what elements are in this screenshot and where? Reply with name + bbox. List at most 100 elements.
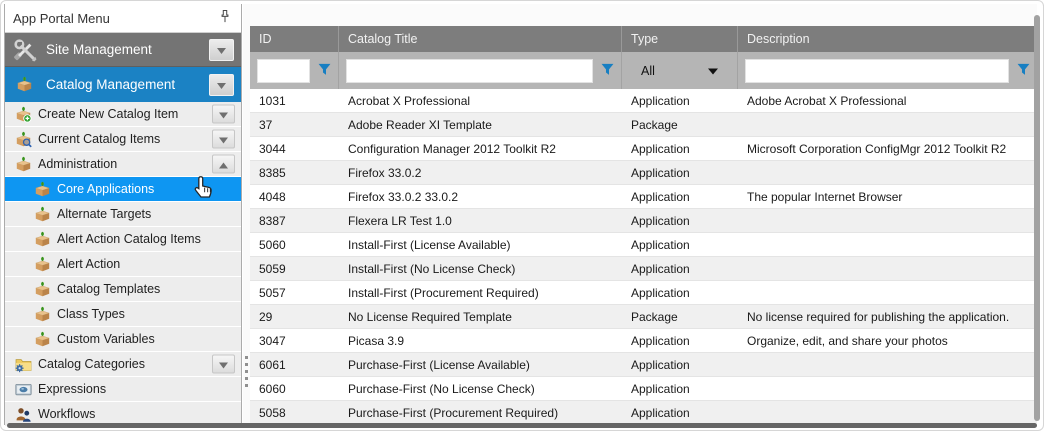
table-row[interactable]: 6061Purchase-First (License Available)Ap…: [250, 353, 1037, 377]
filter-cell-description: [738, 52, 1037, 89]
sidebar-item-catalog-management[interactable]: Catalog Management: [5, 67, 241, 102]
cell-description: No license required for publishing the a…: [738, 310, 1037, 324]
cell-title: Picasa 3.9: [339, 334, 622, 348]
box-icon: [33, 280, 51, 298]
sidebar-item-catalog-templates[interactable]: Catalog Templates: [5, 277, 241, 301]
description-filter-input[interactable]: [745, 59, 1009, 83]
expand-collapse-button-catalog-management[interactable]: [209, 74, 234, 96]
expand-collapse-button-catalog-categories[interactable]: [212, 355, 235, 374]
box-plus-icon: [14, 105, 32, 123]
sidebar-item-class-types[interactable]: Class Types: [5, 302, 241, 326]
box-search-icon: [14, 130, 32, 148]
sidebar-title: App Portal Menu: [13, 11, 217, 26]
description-filter-button[interactable]: [1017, 63, 1030, 79]
cell-type: Application: [622, 214, 738, 228]
id-filter-button[interactable]: [318, 63, 331, 79]
sidebar-item-label: Catalog Templates: [57, 282, 160, 296]
cell-type: Application: [622, 166, 738, 180]
expand-collapse-button-create-new-catalog-item[interactable]: [212, 105, 235, 124]
table-body: 1031Acrobat X ProfessionalApplicationAdo…: [250, 89, 1037, 425]
cell-description: Organize, edit, and share your photos: [738, 334, 1037, 348]
table-row[interactable]: 5057Install-First (Procurement Required)…: [250, 281, 1037, 305]
sidebar-item-catalog-categories[interactable]: Catalog Categories: [5, 352, 241, 376]
cell-description: The popular Internet Browser: [738, 190, 1037, 204]
column-header-description[interactable]: Description: [738, 26, 1037, 52]
cell-id: 6061: [250, 358, 339, 372]
table-row[interactable]: 1031Acrobat X ProfessionalApplicationAdo…: [250, 89, 1037, 113]
table-row[interactable]: 8387Flexera LR Test 1.0Application: [250, 209, 1037, 233]
sidebar-item-alert-action-catalog-items[interactable]: Alert Action Catalog Items: [5, 227, 241, 251]
filter-icon: [1017, 63, 1030, 79]
sidebar-item-custom-variables[interactable]: Custom Variables: [5, 327, 241, 351]
table-row[interactable]: 4048Firefox 33.0.2 33.0.2ApplicationThe …: [250, 185, 1037, 209]
sidebar-item-current-catalog-items[interactable]: Current Catalog Items: [5, 127, 241, 151]
table-row[interactable]: 8385Firefox 33.0.2Application: [250, 161, 1037, 185]
pin-icon: [219, 9, 231, 27]
sidebar-item-site-management[interactable]: Site Management: [5, 33, 241, 67]
cell-description: Adobe Acrobat X Professional: [738, 94, 1037, 108]
box-icon: [11, 71, 38, 98]
column-header-id[interactable]: ID: [250, 26, 339, 52]
sidebar-item-label: Alert Action: [57, 257, 120, 271]
box-icon: [33, 180, 51, 198]
cell-title: Adobe Reader XI Template: [339, 118, 622, 132]
cell-title: Purchase-First (Procurement Required): [339, 406, 622, 420]
column-header-type[interactable]: Type: [622, 26, 738, 52]
sidebar-item-core-applications[interactable]: Core Applications: [5, 177, 241, 201]
catalog-title-filter-button[interactable]: [601, 63, 614, 79]
chevron-down-icon: [708, 64, 718, 78]
cell-description: Microsoft Corporation ConfigMgr 2012 Too…: [738, 142, 1037, 156]
expand-collapse-button-current-catalog-items[interactable]: [212, 130, 235, 149]
chevron-up-icon: [219, 157, 228, 172]
sidebar-item-label: Alert Action Catalog Items: [57, 232, 201, 246]
sidebar-item-create-new-catalog-item[interactable]: Create New Catalog Item: [5, 102, 241, 126]
cell-type: Application: [622, 382, 738, 396]
id-filter-input[interactable]: [257, 59, 310, 83]
cell-id: 29: [250, 310, 339, 324]
sidebar-item-administration[interactable]: Administration: [5, 152, 241, 176]
cell-id: 37: [250, 118, 339, 132]
sidebar-item-label: Core Applications: [57, 182, 154, 196]
tools-icon: [11, 36, 38, 63]
sidebar-item-alert-action[interactable]: Alert Action: [5, 252, 241, 276]
sidebar-item-expressions[interactable]: Expressions: [5, 377, 241, 401]
sidebar-item-label: Administration: [38, 157, 117, 171]
splitter[interactable]: [243, 4, 250, 425]
type-filter-dropdown[interactable]: All: [629, 64, 730, 78]
pin-button[interactable]: [217, 10, 233, 26]
sidebar-item-alternate-targets[interactable]: Alternate Targets: [5, 202, 241, 226]
cell-id: 3047: [250, 334, 339, 348]
sidebar-item-label: Custom Variables: [57, 332, 155, 346]
cell-type: Package: [622, 310, 738, 324]
cell-id: 5057: [250, 286, 339, 300]
table-row[interactable]: 3044Configuration Manager 2012 Toolkit R…: [250, 137, 1037, 161]
cell-id: 5058: [250, 406, 339, 420]
catalog-title-filter-input[interactable]: [346, 59, 593, 83]
expand-collapse-button-administration[interactable]: [212, 155, 235, 174]
table-row[interactable]: 3047Picasa 3.9ApplicationOrganize, edit,…: [250, 329, 1037, 353]
filter-cell-type: All: [622, 52, 738, 89]
expressions-icon: [14, 380, 32, 398]
cell-type: Application: [622, 286, 738, 300]
table-row[interactable]: 5059Install-First (No License Check)Appl…: [250, 257, 1037, 281]
cell-title: Purchase-First (No License Check): [339, 382, 622, 396]
sidebar-item-label: Create New Catalog Item: [38, 107, 178, 121]
cell-title: Firefox 33.0.2 33.0.2: [339, 190, 622, 204]
table-row[interactable]: 6060Purchase-First (No License Check)App…: [250, 377, 1037, 401]
box-icon: [33, 205, 51, 223]
cell-title: Install-First (License Available): [339, 238, 622, 252]
sidebar-item-label: Alternate Targets: [57, 207, 151, 221]
box-icon: [33, 330, 51, 348]
cell-id: 5059: [250, 262, 339, 276]
table-row[interactable]: 5058Purchase-First (Procurement Required…: [250, 401, 1037, 425]
filter-icon: [601, 63, 614, 79]
chevron-down-icon: [219, 132, 228, 147]
workflows-icon: [14, 405, 32, 423]
sidebar-item-label: Class Types: [57, 307, 125, 321]
expand-collapse-button-site-management[interactable]: [209, 39, 234, 61]
column-header-catalog-title[interactable]: Catalog Title: [339, 26, 622, 52]
table-row[interactable]: 37Adobe Reader XI TemplatePackage: [250, 113, 1037, 137]
table-row[interactable]: 29No License Required TemplatePackageNo …: [250, 305, 1037, 329]
table-row[interactable]: 5060Install-First (License Available)App…: [250, 233, 1037, 257]
cell-title: Install-First (No License Check): [339, 262, 622, 276]
